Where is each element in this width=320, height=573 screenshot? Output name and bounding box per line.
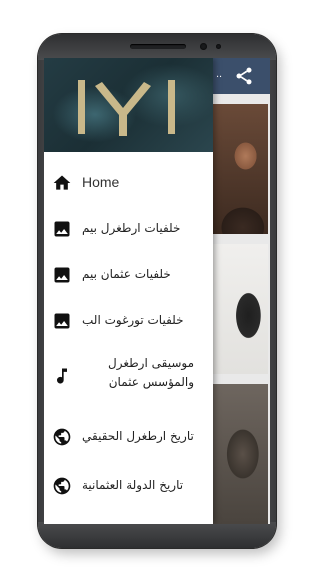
image-icon <box>54 221 70 237</box>
menu-item-label-line1: موسيقى ارطغرل <box>108 356 194 370</box>
menu-item-label: خلفيات عثمان بيم <box>82 267 171 281</box>
iyi-logo <box>78 80 175 136</box>
menu-item-ertugrul-wallpapers[interactable]: خلفيات ارطغرل بيم <box>44 206 213 252</box>
speaker-grille <box>130 44 186 49</box>
app-bar-title: .. <box>216 68 223 80</box>
music-note-icon <box>57 368 67 384</box>
menu-item-music[interactable]: موسيقى ارطغرل والمؤسس عثمان <box>44 348 213 404</box>
globe-icon <box>53 428 71 446</box>
menu-item-home[interactable]: Home <box>44 160 213 206</box>
sensor <box>216 44 221 49</box>
phone-bottom-bezel <box>38 522 276 548</box>
wallpaper-thumbnail[interactable] <box>212 244 268 374</box>
home-icon <box>53 175 71 190</box>
menu-item-turgut-wallpapers[interactable]: خلفيات تورغوت الب <box>44 298 213 344</box>
menu-item-label: خلفيات ارطغرل بيم <box>82 221 181 235</box>
wallpaper-thumbnail[interactable] <box>212 384 268 524</box>
drawer-header <box>44 58 213 152</box>
share-icon[interactable] <box>234 66 254 86</box>
menu-item-label: تاريخ الدولة العثمانية <box>82 478 184 492</box>
menu-item-osman-wallpapers[interactable]: خلفيات عثمان بيم <box>44 252 213 298</box>
image-icon <box>54 313 70 329</box>
menu-item-label: خلفيات تورغوت الب <box>82 313 184 327</box>
menu-item-ertugrul-history[interactable]: تاريخ ارطغرل الحقيقي <box>44 414 213 460</box>
app-screen: .. Home خلفيات ارطغرل بيم خلفيات عثمان ب… <box>44 58 270 524</box>
menu-item-label-line2: والمؤسس عثمان <box>108 375 194 389</box>
phone-top-bezel <box>38 34 276 60</box>
globe-icon <box>53 477 71 495</box>
wallpaper-thumbnail[interactable] <box>212 104 268 234</box>
front-camera <box>200 43 207 50</box>
image-icon <box>54 267 70 283</box>
menu-item-ottoman-history[interactable]: تاريخ الدولة العثمانية <box>44 463 213 509</box>
navigation-drawer: Home خلفيات ارطغرل بيم خلفيات عثمان بيم … <box>44 58 213 524</box>
menu-item-label: تاريخ ارطغرل الحقيقي <box>82 429 194 443</box>
menu-item-label: Home <box>82 174 120 190</box>
